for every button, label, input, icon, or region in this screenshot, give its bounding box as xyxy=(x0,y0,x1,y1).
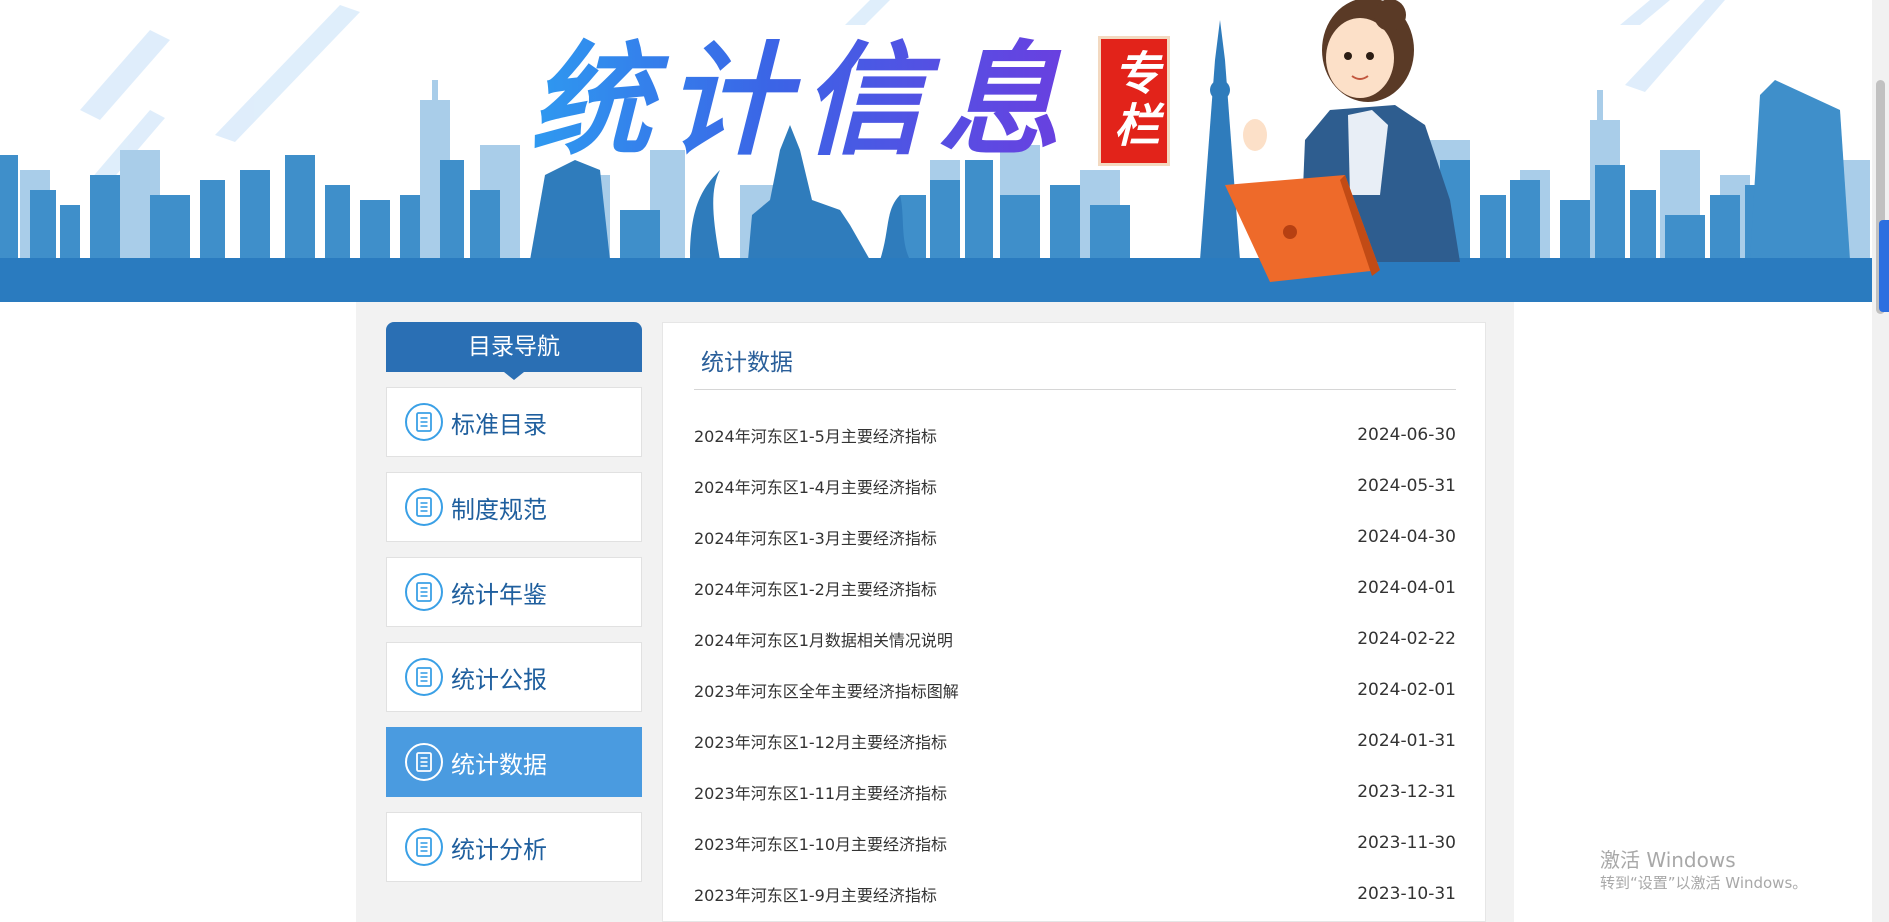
list-item-date: 2023-11-30 xyxy=(1357,832,1456,853)
list-item[interactable]: 2024年河东区1月数据相关情况说明 2024-02-22 xyxy=(694,613,1456,664)
sidebar-item-label: 统计分析 xyxy=(451,835,547,864)
list-item-date: 2024-01-31 xyxy=(1357,730,1456,751)
sidebar-item-label: 统计数据 xyxy=(451,750,547,779)
banner-title: 统计信息 xyxy=(530,20,1070,180)
list-item[interactable]: 2023年河东区1-12月主要经济指标 2024-01-31 xyxy=(694,715,1456,766)
sidebar-item-standard-catalog[interactable]: 标准目录 xyxy=(386,387,642,457)
list-item-date: 2024-04-30 xyxy=(1357,526,1456,547)
list-item-title[interactable]: 2024年河东区1-2月主要经济指标 xyxy=(694,576,937,600)
document-icon xyxy=(405,573,443,611)
document-icon xyxy=(405,828,443,866)
list-item[interactable]: 2024年河东区1-5月主要经济指标 2024-06-30 xyxy=(694,409,1456,460)
list-item-date: 2023-12-31 xyxy=(1357,781,1456,802)
list-item-title[interactable]: 2023年河东区全年主要经济指标图解 xyxy=(694,678,959,702)
list-item[interactable]: 2023年河东区全年主要经济指标图解 2024-02-01 xyxy=(694,664,1456,715)
sidebar-nav: 目录导航 标准目录 制度规范 统计年鉴 统计公报 统计数据 统计分析 xyxy=(386,322,642,882)
column-seal-stamp: 专栏 xyxy=(1098,36,1170,166)
list-item[interactable]: 2024年河东区1-3月主要经济指标 2024-04-30 xyxy=(694,511,1456,562)
sidebar-item-label: 标准目录 xyxy=(451,410,547,439)
list-item-title[interactable]: 2023年河东区1-11月主要经济指标 xyxy=(694,780,947,804)
list-item-title[interactable]: 2024年河东区1-4月主要经济指标 xyxy=(694,474,937,498)
list-item[interactable]: 2023年河东区1-11月主要经济指标 2023-12-31 xyxy=(694,766,1456,817)
list-item[interactable]: 2023年河东区1-10月主要经济指标 2023-11-30 xyxy=(694,817,1456,868)
sidebar-item-bulletin[interactable]: 统计公报 xyxy=(386,642,642,712)
title-divider xyxy=(694,389,1456,390)
list-item-date: 2024-05-31 xyxy=(1357,475,1456,496)
list-item-title[interactable]: 2024年河东区1-5月主要经济指标 xyxy=(694,423,937,447)
list-item[interactable]: 2024年河东区1-2月主要经济指标 2024-04-01 xyxy=(694,562,1456,613)
sidebar-item-yearbook[interactable]: 统计年鉴 xyxy=(386,557,642,627)
article-list: 2024年河东区1-5月主要经济指标 2024-06-30 2024年河东区1-4… xyxy=(694,409,1456,919)
sidebar-item-label: 统计公报 xyxy=(451,665,547,694)
page-scrollbar[interactable] xyxy=(1872,0,1889,922)
list-item-date: 2024-02-22 xyxy=(1357,628,1456,649)
list-item-title[interactable]: 2023年河东区1-10月主要经济指标 xyxy=(694,831,947,855)
list-item[interactable]: 2024年河东区1-4月主要经济指标 2024-05-31 xyxy=(694,460,1456,511)
list-item-title[interactable]: 2024年河东区1月数据相关情况说明 xyxy=(694,627,953,651)
sidebar-item-regulations[interactable]: 制度规范 xyxy=(386,472,642,542)
office-lady-illustration xyxy=(1225,0,1460,282)
page-title: 统计数据 xyxy=(701,350,793,376)
list-item-title[interactable]: 2024年河东区1-3月主要经济指标 xyxy=(694,525,937,549)
document-icon xyxy=(405,658,443,696)
nav-header: 目录导航 xyxy=(386,322,642,380)
sidebar-item-statistical-data[interactable]: 统计数据 xyxy=(386,727,642,797)
windows-activation-watermark: 激活 Windows 转到“设置”以激活 Windows。 xyxy=(1600,848,1807,894)
document-icon xyxy=(405,743,443,781)
banner: 统计信息 专栏 xyxy=(0,0,1872,302)
list-item[interactable]: 2023年河东区1-9月主要经济指标 2023-10-31 xyxy=(694,868,1456,919)
list-item-title[interactable]: 2023年河东区1-12月主要经济指标 xyxy=(694,729,947,753)
watermark-subtitle: 转到“设置”以激活 Windows。 xyxy=(1600,874,1808,892)
main-panel: 统计数据 2024年河东区1-5月主要经济指标 2024-06-30 2024年河… xyxy=(662,322,1486,922)
list-item-title[interactable]: 2023年河东区1-9月主要经济指标 xyxy=(694,882,937,906)
list-item-date: 2024-04-01 xyxy=(1357,577,1456,598)
sidebar-item-analysis[interactable]: 统计分析 xyxy=(386,812,642,882)
watermark-title: 激活 Windows xyxy=(1600,848,1736,872)
sidebar-item-label: 统计年鉴 xyxy=(451,580,547,609)
sidebar-item-label: 制度规范 xyxy=(451,495,547,524)
document-icon xyxy=(405,403,443,441)
list-item-date: 2024-02-01 xyxy=(1357,679,1456,700)
list-item-date: 2023-10-31 xyxy=(1357,883,1456,904)
document-icon xyxy=(405,488,443,526)
floating-side-tab[interactable] xyxy=(1879,220,1889,312)
list-item-date: 2024-06-30 xyxy=(1357,424,1456,445)
